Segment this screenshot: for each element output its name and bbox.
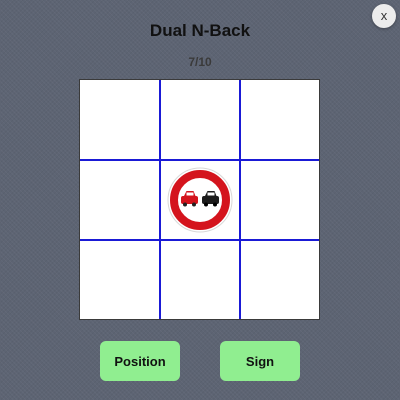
sign-button[interactable]: Sign — [220, 341, 300, 381]
game-title: Dual N-Back — [149, 21, 251, 40]
grid-cell — [80, 240, 160, 320]
grid-line — [239, 80, 241, 319]
grid-cell — [80, 160, 160, 240]
grid-cell — [160, 240, 240, 320]
grid-cell — [160, 80, 240, 160]
no-overtaking-sign-icon — [167, 167, 233, 233]
grid-cell-active — [160, 160, 240, 240]
grid-cell — [240, 160, 320, 240]
trial-counter: 7/10 — [188, 55, 212, 69]
grid-line — [159, 80, 161, 319]
grid-line — [80, 239, 319, 241]
game-grid — [79, 79, 320, 320]
grid-cell — [80, 80, 160, 160]
grid-cell — [240, 240, 320, 320]
grid-cell — [240, 80, 320, 160]
position-button[interactable]: Position — [100, 341, 180, 381]
grid-line — [80, 159, 319, 161]
